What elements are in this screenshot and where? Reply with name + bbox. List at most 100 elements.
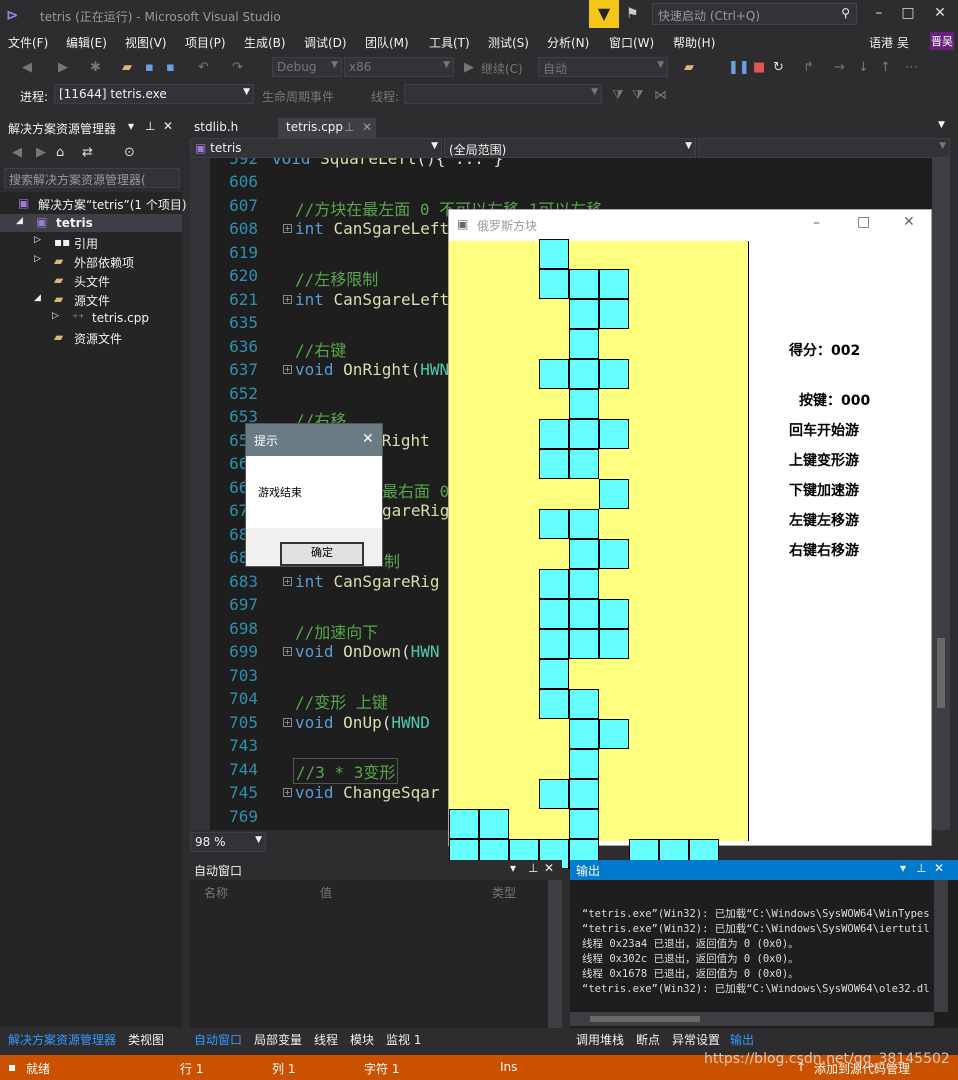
- menu-build[interactable]: 生成(B): [244, 34, 286, 51]
- zoom-select[interactable]: 98 % ▼: [190, 832, 266, 852]
- expand-icon[interactable]: +: [283, 295, 292, 304]
- platform-select[interactable]: x86 ▼: [344, 57, 454, 77]
- forward-icon[interactable]: ▶: [36, 145, 46, 160]
- undo-icon[interactable]: ↶: [198, 60, 209, 75]
- expand-icon[interactable]: +: [283, 224, 292, 233]
- ok-button[interactable]: 确定: [280, 542, 364, 566]
- back-icon[interactable]: ◀: [22, 60, 32, 75]
- filter-icon[interactable]: ⧩: [612, 88, 624, 103]
- filter-clear-icon[interactable]: ⧩: [632, 88, 644, 103]
- tab-output[interactable]: 输出: [730, 1031, 754, 1048]
- stop-icon[interactable]: ■: [753, 60, 765, 75]
- break-all-icon[interactable]: ❚❚: [728, 60, 750, 75]
- tree-sources[interactable]: 源文件: [74, 292, 110, 309]
- open-file-icon[interactable]: ▰: [122, 60, 132, 75]
- minimize-button[interactable]: –: [864, 5, 894, 21]
- scope-nav-select[interactable]: (全局范围) ▼: [444, 138, 696, 158]
- menu-help[interactable]: 帮助(H): [673, 34, 715, 51]
- expand-icon[interactable]: ◢: [34, 293, 41, 303]
- expand-icon[interactable]: +: [283, 788, 292, 797]
- notification-icon[interactable]: ⚑: [626, 6, 639, 22]
- quick-launch-input[interactable]: 快速启动 (Ctrl+Q) ⚲: [652, 3, 857, 25]
- collapse-icon[interactable]: ▷: [34, 235, 41, 245]
- pin-icon[interactable]: ⊥: [145, 119, 155, 133]
- project-nav-select[interactable]: ▣ tetris ▼: [190, 138, 442, 158]
- tab-call-stack[interactable]: 调用堆栈: [576, 1031, 624, 1048]
- restart-icon[interactable]: ↻: [773, 60, 784, 75]
- menu-project[interactable]: 项目(P): [185, 34, 226, 51]
- history-icon[interactable]: ⊙: [124, 145, 135, 160]
- hex-icon[interactable]: ⋯: [905, 60, 918, 75]
- auto-select[interactable]: 自动 ▼: [538, 57, 668, 77]
- attach-icon[interactable]: ▰: [684, 60, 694, 75]
- forward-icon[interactable]: ▶: [58, 60, 68, 75]
- close-icon[interactable]: ✕: [544, 861, 554, 875]
- tab-threads[interactable]: 线程: [314, 1031, 338, 1048]
- pin-icon[interactable]: ⊥: [528, 861, 538, 875]
- expand-icon[interactable]: +: [283, 577, 292, 586]
- solution-search-input[interactable]: 搜索解决方案资源管理器(: [4, 168, 180, 188]
- tab-locals[interactable]: 局部变量: [254, 1031, 302, 1048]
- step-over-icon[interactable]: ↓: [858, 60, 869, 75]
- new-project-icon[interactable]: ✱: [90, 60, 101, 75]
- user-name[interactable]: 语港 吴: [869, 34, 909, 51]
- flag-threads-icon[interactable]: ⋈: [654, 88, 667, 103]
- dropdown-icon[interactable]: ▾: [900, 861, 906, 875]
- tab-tetris-cpp[interactable]: tetris.cpp ⊥ ✕: [278, 118, 376, 138]
- menu-view[interactable]: 视图(V): [125, 34, 167, 51]
- expand-icon[interactable]: +: [283, 647, 292, 656]
- close-icon[interactable]: ✕: [362, 120, 372, 134]
- menu-tools[interactable]: 工具(T): [429, 34, 470, 51]
- menu-test[interactable]: 测试(S): [488, 34, 529, 51]
- pin-icon[interactable]: ⊥: [344, 120, 354, 134]
- editor-scrollbar[interactable]: [932, 158, 950, 830]
- expand-icon[interactable]: ◢: [16, 216, 23, 226]
- tab-autos[interactable]: 自动窗口: [194, 1031, 242, 1048]
- tree-references[interactable]: 引用: [74, 235, 98, 252]
- tab-breakpoints[interactable]: 断点: [636, 1031, 660, 1048]
- save-all-icon[interactable]: ▪: [166, 60, 175, 75]
- lifecycle-events-button[interactable]: 生命周期事件: [262, 88, 334, 105]
- menu-analyze[interactable]: 分析(N): [547, 34, 589, 51]
- continue-button[interactable]: 继续(C): [481, 60, 523, 77]
- step-out-icon[interactable]: ↑: [880, 60, 891, 75]
- tree-resources[interactable]: 资源文件: [74, 330, 122, 347]
- menu-team[interactable]: 团队(M): [365, 34, 409, 51]
- dropdown-icon[interactable]: ▾: [510, 861, 516, 875]
- tree-tetris-cpp[interactable]: tetris.cpp: [92, 311, 149, 325]
- config-select[interactable]: Debug ▼: [272, 57, 342, 77]
- tab-watch[interactable]: 监视 1: [386, 1031, 421, 1048]
- dropdown-icon[interactable]: ▾: [128, 119, 134, 133]
- feedback-filter-icon[interactable]: ▼: [589, 0, 619, 28]
- scrollbar-thumb[interactable]: [590, 1016, 700, 1022]
- close-button[interactable]: ✕: [925, 5, 955, 21]
- sync-icon[interactable]: ⇄: [82, 145, 93, 160]
- output-vscrollbar[interactable]: [934, 880, 948, 1012]
- expand-icon[interactable]: +: [283, 365, 292, 374]
- expand-icon[interactable]: +: [283, 718, 292, 727]
- collapse-icon[interactable]: ▷: [34, 254, 41, 264]
- close-icon[interactable]: ✕: [163, 119, 173, 133]
- maximize-button[interactable]: □: [857, 214, 870, 230]
- process-select[interactable]: [11644] tetris.exe ▼: [54, 84, 254, 104]
- save-icon[interactable]: ▪: [145, 60, 154, 75]
- tree-solution[interactable]: 解决方案“tetris”(1 个项目): [38, 196, 187, 213]
- tree-headers[interactable]: 头文件: [74, 273, 110, 290]
- home-icon[interactable]: ⌂: [56, 145, 64, 160]
- maximize-button[interactable]: □: [893, 5, 923, 21]
- auto-window-scrollbar[interactable]: [548, 880, 562, 1028]
- tree-project[interactable]: tetris: [56, 216, 93, 230]
- redo-icon[interactable]: ↷: [232, 60, 243, 75]
- thread-select[interactable]: ▼: [404, 84, 602, 104]
- minimize-button[interactable]: –: [813, 215, 820, 231]
- collapse-icon[interactable]: ▷: [52, 311, 59, 321]
- menu-file[interactable]: 文件(F): [8, 34, 48, 51]
- output-hscrollbar[interactable]: [570, 1012, 934, 1026]
- user-avatar[interactable]: 晋吴: [930, 32, 954, 50]
- close-icon[interactable]: ✕: [362, 431, 374, 447]
- close-button[interactable]: ✕: [903, 214, 915, 230]
- tab-class-view[interactable]: 类视图: [128, 1031, 164, 1048]
- menu-window[interactable]: 窗口(W): [609, 34, 654, 51]
- scrollbar-thumb[interactable]: [937, 638, 945, 708]
- pin-icon[interactable]: ⊥: [916, 861, 926, 875]
